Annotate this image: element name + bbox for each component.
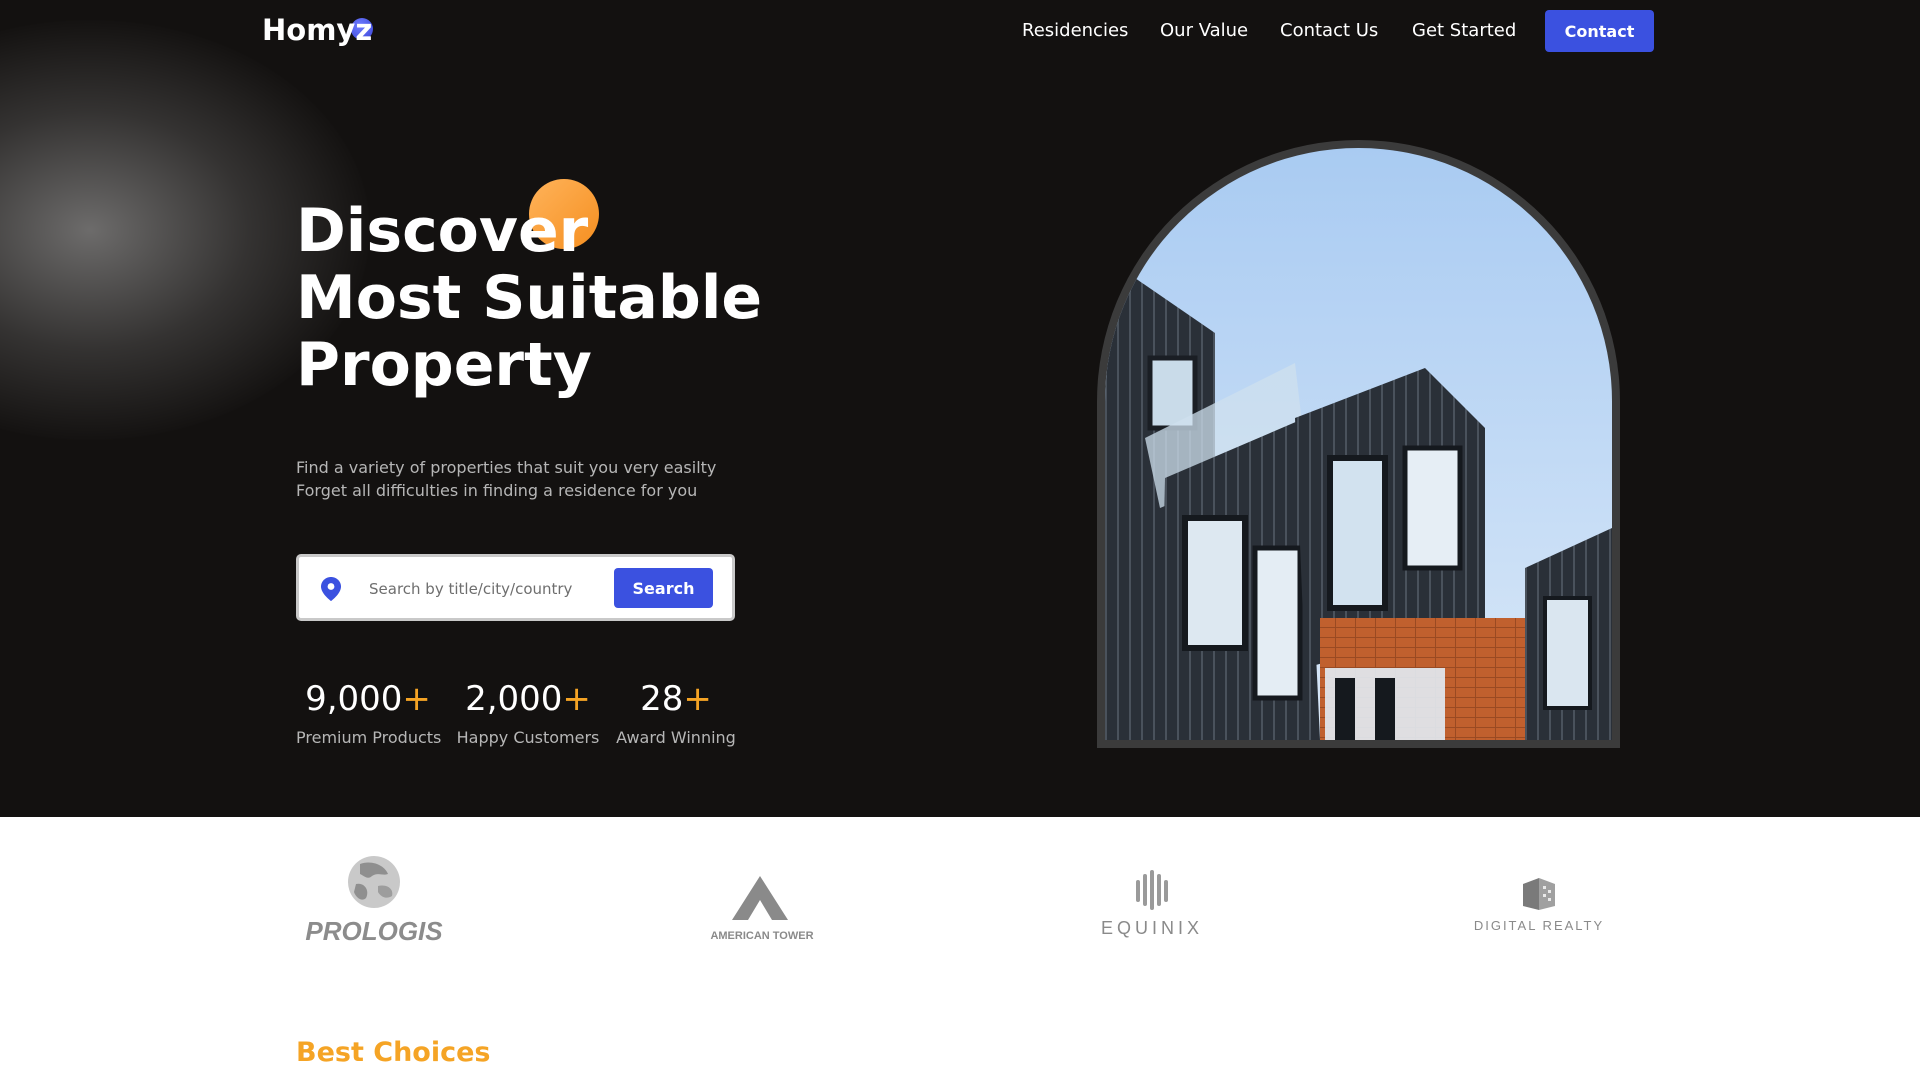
headline-line-1: Discover xyxy=(296,196,589,266)
stat-plus: + xyxy=(402,679,431,719)
stat-award-winning: 28+ Award Winning xyxy=(614,677,738,749)
stat-label: Award Winning xyxy=(616,728,736,747)
contact-button[interactable]: Contact xyxy=(1545,10,1654,52)
search-input[interactable] xyxy=(369,575,589,603)
stat-value: 9,000 xyxy=(305,679,403,719)
stat-premium-products: 9,000+ Premium Products xyxy=(296,677,442,749)
nav-link-residencies[interactable]: Residencies xyxy=(1022,18,1128,44)
partner-logo-american-tower: AMERICAN TOWER xyxy=(660,850,860,960)
stat-plus: + xyxy=(683,679,712,719)
building-illustration xyxy=(1105,148,1612,740)
stat-value: 2,000 xyxy=(465,679,563,719)
digital-realty-logo: DIGITAL REALTY xyxy=(1474,878,1604,933)
stat-plus: + xyxy=(562,679,591,719)
location-pin-icon xyxy=(321,577,341,601)
headline-line-3: Property xyxy=(296,330,592,400)
hero-section: Homyz Residencies Our Value Contact Us G… xyxy=(0,0,1920,817)
hero-subtext: Find a variety of properties that suit y… xyxy=(296,456,716,502)
partner-logo-prologis: PROLOGIS xyxy=(274,850,474,960)
hero-image-frame xyxy=(1097,140,1620,748)
svg-text:DIGITAL REALTY: DIGITAL REALTY xyxy=(1474,918,1604,933)
stat-label: Happy Customers xyxy=(456,728,600,747)
search-button[interactable]: Search xyxy=(614,568,713,608)
subtext-line-2: Forget all difficulties in finding a res… xyxy=(296,481,698,500)
american-tower-logo: AMERICAN TOWER xyxy=(710,876,814,942)
hero-headline: Discover Most Suitable Property xyxy=(296,198,762,399)
headline-line-2: Most Suitable xyxy=(296,263,763,333)
hero-building-image xyxy=(1105,148,1612,740)
brand-name: Homyz xyxy=(262,13,373,47)
nav-link-get-started[interactable]: Get Started xyxy=(1412,18,1516,44)
partner-logo-equinix: EQUINIX xyxy=(1052,850,1252,960)
nav-link-contact-us[interactable]: Contact Us xyxy=(1280,18,1378,44)
best-choices-title: Best Choices xyxy=(296,1037,491,1068)
subtext-line-1: Find a variety of properties that suit y… xyxy=(296,458,717,477)
prologis-logo: PROLOGIS xyxy=(305,856,443,946)
svg-text:PROLOGIS: PROLOGIS xyxy=(305,916,443,946)
nav-link-our-value[interactable]: Our Value xyxy=(1160,18,1248,44)
stat-happy-customers: 2,000+ Happy Customers xyxy=(456,677,600,749)
svg-text:EQUINIX: EQUINIX xyxy=(1101,918,1203,938)
stat-value: 28 xyxy=(640,679,684,719)
svg-text:AMERICAN TOWER: AMERICAN TOWER xyxy=(710,930,813,942)
partner-logo-digital-realty: DIGITAL REALTY xyxy=(1439,850,1639,960)
brand-logo[interactable]: Homyz xyxy=(262,10,373,50)
equinix-logo: EQUINIX xyxy=(1101,870,1203,938)
search-bar: Search xyxy=(296,554,735,621)
stat-label: Premium Products xyxy=(296,728,442,747)
